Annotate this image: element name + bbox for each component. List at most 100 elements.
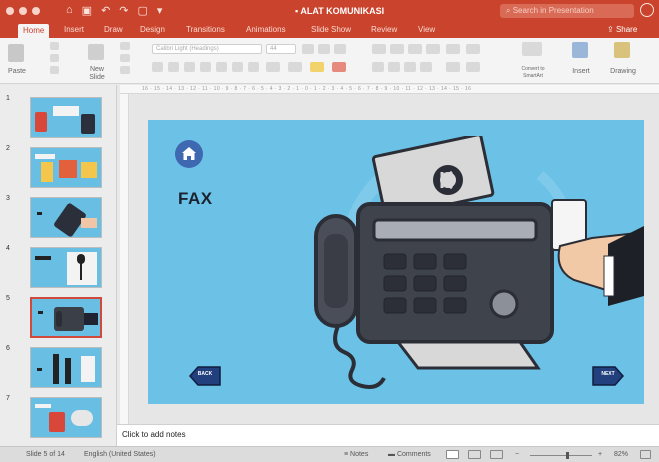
slide-thumbnail-row: 4	[0, 243, 117, 293]
decrease-indent-icon[interactable]	[408, 44, 422, 54]
zoom-slider[interactable]	[530, 455, 592, 456]
decrease-font-icon[interactable]	[318, 44, 330, 54]
slide-title: FAX	[178, 189, 213, 208]
comments-toggle[interactable]: ▬ Comments	[388, 451, 431, 458]
slide-number: 3	[6, 195, 10, 202]
share-icon: ⇪	[607, 25, 616, 34]
zoom-in-button[interactable]: +	[598, 451, 602, 458]
slide-thumbnail[interactable]	[30, 197, 102, 238]
line-spacing-icon[interactable]	[446, 44, 460, 54]
font-color-icon[interactable]	[332, 62, 346, 72]
account-icon[interactable]	[640, 3, 654, 17]
drawing-icon[interactable]	[614, 42, 630, 58]
slide-thumbnail[interactable]	[30, 147, 102, 188]
title-bar: ⌂ ▣ ↶ ↷ ▢ ▾ ▪ ALAT KOMUNIKASI ⌕ Search i…	[0, 0, 659, 22]
text-effects-icon[interactable]	[288, 62, 302, 72]
slide-thumbnail[interactable]	[30, 397, 102, 438]
fit-to-window-icon[interactable]	[640, 450, 651, 459]
notes-pane[interactable]: Click to add notes	[117, 424, 659, 446]
cut-icon[interactable]	[50, 42, 59, 50]
minimize-window-button[interactable]	[19, 7, 27, 15]
slide-sorter-view-icon[interactable]	[468, 450, 481, 459]
notes-toggle[interactable]: ≡ Notes	[344, 451, 368, 458]
drawing-label: Drawing	[610, 68, 636, 75]
save-icon[interactable]: ▣	[82, 4, 92, 17]
copy-icon[interactable]	[50, 54, 59, 62]
tab-home[interactable]: Home	[18, 24, 50, 38]
comment-icon: ▬	[388, 451, 397, 458]
slide-number: 1	[6, 95, 10, 102]
tab-review[interactable]: Review	[371, 25, 397, 34]
tab-draw[interactable]: Draw	[104, 25, 123, 34]
normal-view-icon[interactable]	[446, 450, 459, 459]
justify-icon[interactable]	[420, 62, 432, 72]
reading-view-icon[interactable]	[490, 450, 503, 459]
text-direction-icon[interactable]	[446, 62, 460, 72]
slide-thumbnail[interactable]	[30, 247, 102, 288]
tab-animations[interactable]: Animations	[246, 25, 286, 34]
paste-label: Paste	[8, 68, 26, 75]
font-size-select[interactable]: 44	[266, 44, 296, 54]
chevron-down-icon[interactable]: ▾	[157, 4, 163, 17]
tab-view[interactable]: View	[418, 25, 435, 34]
underline-icon[interactable]	[184, 62, 195, 72]
increase-indent-icon[interactable]	[426, 44, 440, 54]
numbering-icon[interactable]	[390, 44, 404, 54]
tab-design[interactable]: Design	[140, 25, 165, 34]
align-right-icon[interactable]	[404, 62, 416, 72]
italic-icon[interactable]	[168, 62, 179, 72]
tab-slide-show[interactable]: Slide Show	[311, 25, 351, 34]
align-center-icon[interactable]	[388, 62, 400, 72]
horizontal-ruler: 16 · 15 · 14 · 13 · 12 · 11 · 10 · 9 · 8…	[120, 85, 659, 94]
character-spacing-icon[interactable]	[248, 62, 259, 72]
align-left-icon[interactable]	[372, 62, 384, 72]
slide-thumbnail-selected[interactable]	[30, 297, 102, 338]
section-icon[interactable]	[120, 66, 130, 74]
new-document-icon[interactable]: ▢	[138, 4, 148, 17]
ribbon-home: Paste New Slide Calibri Light (Headings)…	[0, 38, 659, 84]
new-slide-icon[interactable]	[88, 44, 104, 60]
zoom-out-button[interactable]: −	[515, 451, 519, 458]
slide-thumbnail[interactable]	[30, 347, 102, 388]
bold-icon[interactable]	[152, 62, 163, 72]
columns-icon[interactable]	[466, 44, 480, 54]
home-icon[interactable]: ⌂	[66, 4, 73, 17]
language-indicator[interactable]: English (United States)	[84, 451, 156, 458]
increase-font-icon[interactable]	[302, 44, 314, 54]
align-text-icon[interactable]	[466, 62, 480, 72]
undo-icon[interactable]: ↶	[101, 4, 110, 17]
status-bar: Slide 5 of 14 English (United States) ≡ …	[0, 446, 659, 462]
slide-thumbnail-pane: 1 2 3 4 5 6 7	[0, 85, 117, 446]
zoom-slider-handle[interactable]	[566, 452, 569, 459]
zoom-window-button[interactable]	[32, 7, 40, 15]
search-input[interactable]: ⌕ Search in Presentation	[500, 4, 634, 18]
subscript-icon[interactable]	[232, 62, 243, 72]
change-case-icon[interactable]	[266, 62, 280, 72]
close-window-button[interactable]	[6, 7, 14, 15]
layout-icon[interactable]	[120, 42, 130, 50]
paste-icon[interactable]	[8, 44, 24, 62]
bullets-icon[interactable]	[372, 44, 386, 54]
insert-icon[interactable]	[572, 42, 588, 58]
home-button[interactable]	[175, 140, 203, 168]
clear-format-icon[interactable]	[334, 44, 346, 54]
strikethrough-icon[interactable]	[200, 62, 211, 72]
share-button[interactable]: ⇪ Share	[607, 25, 637, 34]
tab-transitions[interactable]: Transitions	[186, 25, 225, 34]
slide-counter: Slide 5 of 14	[26, 451, 65, 458]
superscript-icon[interactable]	[216, 62, 227, 72]
notes-placeholder: Click to add notes	[122, 430, 186, 439]
format-painter-icon[interactable]	[50, 66, 59, 74]
slide-thumbnail[interactable]	[30, 97, 102, 138]
reset-icon[interactable]	[120, 54, 130, 62]
slide-canvas[interactable]: FAX BACK NEXT	[148, 120, 644, 404]
back-button[interactable]: BACK	[188, 365, 222, 387]
highlight-color-icon[interactable]	[310, 62, 324, 72]
zoom-level[interactable]: 82%	[614, 451, 628, 458]
tab-insert[interactable]: Insert	[64, 25, 84, 34]
font-name-select[interactable]: Calibri Light (Headings)	[152, 44, 262, 54]
redo-icon[interactable]: ↷	[119, 4, 128, 17]
slide-thumbnail-row: 3	[0, 193, 117, 243]
smartart-icon[interactable]	[522, 42, 542, 56]
next-button[interactable]: NEXT	[591, 365, 625, 387]
